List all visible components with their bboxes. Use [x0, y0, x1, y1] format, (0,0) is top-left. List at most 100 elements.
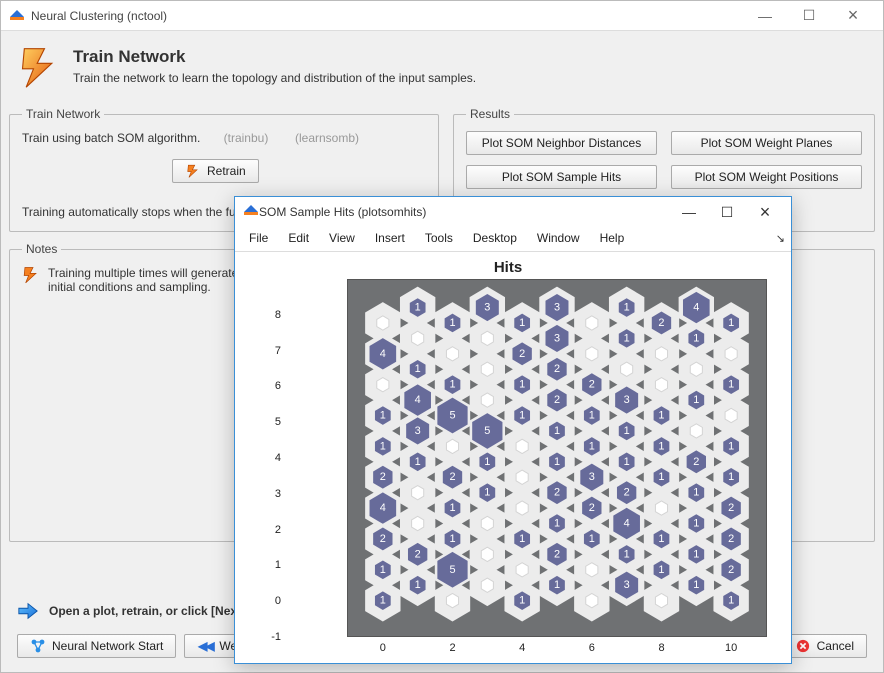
plot-sample-hits-button[interactable]: Plot SOM Sample Hits — [466, 165, 657, 189]
svg-text:1: 1 — [589, 440, 595, 452]
svg-text:2: 2 — [728, 564, 734, 576]
svg-text:1: 1 — [693, 518, 699, 530]
plot-box[interactable]: 1111311125211122111141124112221221211311… — [347, 279, 767, 637]
svg-text:1: 1 — [449, 502, 455, 514]
cancel-button[interactable]: Cancel — [782, 634, 867, 658]
plot-weight-positions-button[interactable]: Plot SOM Weight Positions — [671, 165, 862, 189]
train-legend: Train Network — [22, 107, 104, 121]
svg-text:1: 1 — [484, 487, 490, 499]
main-title: Neural Clustering (nctool) — [31, 9, 743, 23]
svg-text:1: 1 — [693, 394, 699, 406]
svg-text:1: 1 — [624, 302, 630, 314]
close-button[interactable]: × — [747, 199, 783, 225]
svg-text:2: 2 — [589, 502, 595, 514]
svg-text:5: 5 — [449, 410, 455, 422]
menu-insert[interactable]: Insert — [367, 229, 413, 247]
ytick-1: 1 — [261, 559, 281, 571]
menu-desktop[interactable]: Desktop — [465, 229, 525, 247]
neural-network-start-button[interactable]: Neural Network Start — [17, 634, 176, 658]
xtick-10: 10 — [725, 642, 737, 654]
svg-text:3: 3 — [589, 471, 595, 483]
svg-text:1: 1 — [728, 317, 734, 329]
menu-tools[interactable]: Tools — [417, 229, 461, 247]
figure-window-controls: — ☐ × — [671, 199, 783, 225]
retrain-button[interactable]: Retrain — [172, 159, 259, 183]
svg-text:1: 1 — [554, 456, 560, 468]
svg-text:5: 5 — [449, 564, 455, 576]
rewind-icon: ◀◀ — [197, 638, 213, 654]
svg-text:2: 2 — [415, 548, 421, 560]
svg-text:2: 2 — [554, 487, 560, 499]
svg-text:1: 1 — [658, 564, 664, 576]
svg-text:1: 1 — [380, 595, 386, 607]
svg-text:1: 1 — [380, 440, 386, 452]
svg-text:1: 1 — [380, 564, 386, 576]
svg-text:2: 2 — [449, 471, 455, 483]
menu-file[interactable]: File — [241, 229, 276, 247]
xtick-8: 8 — [658, 642, 664, 654]
svg-text:1: 1 — [624, 332, 630, 344]
ytick-4: 4 — [261, 452, 281, 464]
xtick-6: 6 — [589, 642, 595, 654]
svg-text:1: 1 — [728, 379, 734, 391]
page-subtitle: Train the network to learn the topology … — [73, 71, 476, 85]
menu-edit[interactable]: Edit — [280, 229, 317, 247]
plot-weight-planes-button[interactable]: Plot SOM Weight Planes — [671, 131, 862, 155]
svg-text:1: 1 — [415, 579, 421, 591]
svg-text:1: 1 — [449, 379, 455, 391]
svg-text:1: 1 — [519, 410, 525, 422]
svg-text:3: 3 — [554, 302, 560, 314]
svg-text:1: 1 — [728, 471, 734, 483]
svg-text:1: 1 — [449, 317, 455, 329]
menu-view[interactable]: View — [321, 229, 363, 247]
svg-text:4: 4 — [415, 394, 421, 406]
svg-text:1: 1 — [380, 410, 386, 422]
svg-text:1: 1 — [415, 363, 421, 375]
som-hex-plot: 1111311125211122111141124112221221211311… — [348, 280, 766, 636]
plot-title: Hits — [235, 259, 781, 276]
figure-title: SOM Sample Hits (plotsomhits) — [259, 205, 671, 219]
svg-text:2: 2 — [624, 487, 630, 499]
ytick-0: 0 — [261, 595, 281, 607]
svg-text:4: 4 — [380, 502, 386, 514]
svg-text:5: 5 — [484, 425, 490, 437]
lightning-arrow-icon — [22, 266, 32, 276]
svg-text:4: 4 — [624, 518, 630, 530]
lightning-arrow-icon — [17, 45, 61, 89]
svg-text:2: 2 — [380, 533, 386, 545]
svg-text:3: 3 — [415, 425, 421, 437]
svg-text:1: 1 — [449, 533, 455, 545]
plot-axes: 8 7 6 5 4 3 2 1 0 -1 1111311125211122111… — [291, 279, 711, 637]
network-icon — [30, 638, 46, 654]
ytick-6: 6 — [261, 380, 281, 392]
svg-text:2: 2 — [554, 363, 560, 375]
svg-text:1: 1 — [624, 425, 630, 437]
svg-text:1: 1 — [554, 425, 560, 437]
page-header: Train Network Train the network to learn… — [9, 33, 875, 103]
undock-icon[interactable]: ↘ — [776, 232, 785, 245]
cancel-label: Cancel — [817, 639, 854, 653]
maximize-button[interactable]: ☐ — [787, 2, 831, 30]
svg-text:2: 2 — [519, 348, 525, 360]
main-titlebar: Neural Clustering (nctool) — ☐ × — [1, 1, 883, 31]
svg-text:1: 1 — [728, 440, 734, 452]
maximize-button[interactable]: ☐ — [709, 199, 745, 225]
close-button[interactable]: × — [831, 2, 875, 30]
minimize-button[interactable]: — — [671, 199, 707, 225]
minimize-button[interactable]: — — [743, 2, 787, 30]
arrow-right-icon — [17, 600, 39, 622]
svg-text:1: 1 — [693, 332, 699, 344]
algo-trainfn: (trainbu) — [224, 131, 269, 145]
svg-text:2: 2 — [693, 456, 699, 468]
svg-text:1: 1 — [519, 595, 525, 607]
xtick-0: 0 — [380, 642, 386, 654]
nn-start-label: Neural Network Start — [52, 639, 163, 653]
retrain-label: Retrain — [207, 164, 246, 178]
results-legend: Results — [466, 107, 514, 121]
figure-window[interactable]: SOM Sample Hits (plotsomhits) — ☐ × File… — [234, 196, 792, 664]
figure-menubar: File Edit View Insert Tools Desktop Wind… — [235, 227, 791, 252]
svg-text:4: 4 — [693, 302, 699, 314]
menu-window[interactable]: Window — [529, 229, 588, 247]
plot-neighbor-distances-button[interactable]: Plot SOM Neighbor Distances — [466, 131, 657, 155]
menu-help[interactable]: Help — [592, 229, 633, 247]
